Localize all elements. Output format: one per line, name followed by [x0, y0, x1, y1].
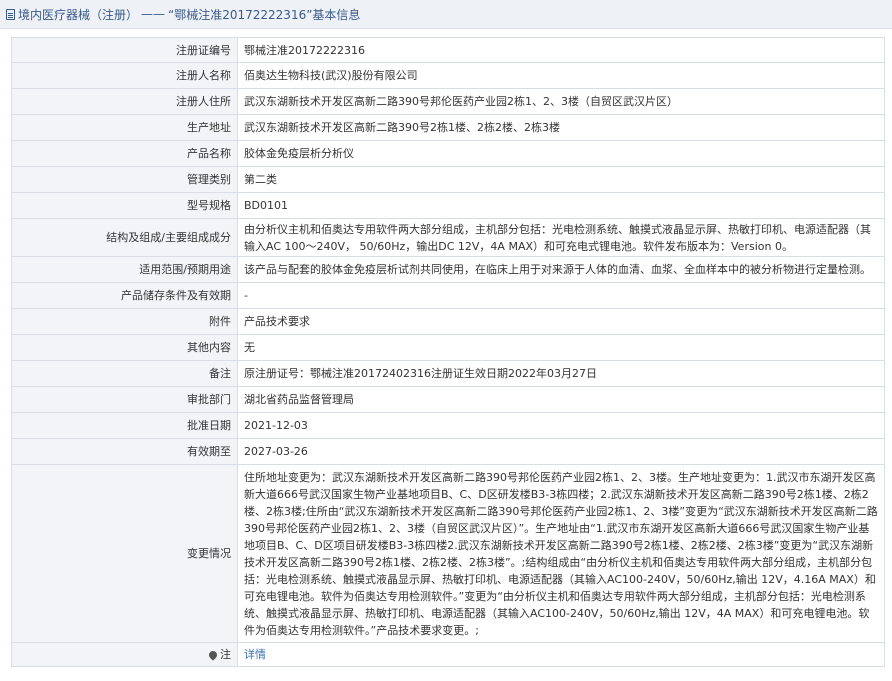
table-row: 批准日期 2021-12-03	[11, 412, 885, 439]
field-value-storage: -	[237, 282, 885, 309]
field-label: 有效期至	[11, 438, 238, 465]
table-row: 其他内容 无	[11, 334, 885, 361]
table-row: 注册人名称 佰奥达生物科技(武汉)股份有限公司	[11, 62, 885, 89]
header-separator: ——	[141, 7, 166, 21]
field-value-expiry-date: 2027-03-26	[237, 438, 885, 465]
field-value-reg-no: 鄂械注准20172222316	[237, 37, 885, 63]
field-value-model: BD0101	[237, 192, 885, 219]
pin-icon	[207, 649, 219, 661]
field-label: 批准日期	[11, 412, 238, 439]
field-value-registrant: 佰奥达生物科技(武汉)股份有限公司	[237, 62, 885, 89]
table-row: 结构及组成/主要组成成分 由分析仪主机和佰奥达专用软件两大部分组成，主机部分包括…	[11, 218, 885, 257]
page-header: 境内医疗器械（注册） —— “鄂械注准20172222316”基本信息	[0, 0, 892, 29]
table-row: 附件 产品技术要求	[11, 308, 885, 335]
table-row: 注 详情	[11, 642, 885, 667]
table-row: 管理类别 第二类	[11, 166, 885, 193]
field-label: 注	[220, 648, 231, 661]
field-value-note: 详情	[237, 642, 885, 667]
field-value-composition: 由分析仪主机和佰奥达专用软件两大部分组成，主机部分包括：光电检测系统、触摸式液晶…	[237, 218, 885, 257]
field-label: 变更情况	[11, 464, 238, 643]
field-label: 产品储存条件及有效期	[11, 282, 238, 309]
field-value-production-address: 武汉东湖新技术开发区高新二路390号2栋1楼、2栋2楼、2栋3楼	[237, 114, 885, 141]
table-row: 审批部门 湖北省药品监督管理局	[11, 386, 885, 413]
table-row: 变更情况 住所地址变更为：武汉东湖新技术开发区高新二路390号邦伦医药产业园2栋…	[11, 464, 885, 643]
field-value-mgmt-class: 第二类	[237, 166, 885, 193]
table-row: 适用范围/预期用途 该产品与配套的胶体金免疫层析试剂共同使用，在临床上用于对来源…	[11, 256, 885, 283]
field-value-approval-dept: 湖北省药品监督管理局	[237, 386, 885, 413]
field-value-remark: 原注册证号：鄂械注准20172402316注册证生效日期2022年03月27日	[237, 360, 885, 387]
document-icon	[6, 8, 15, 20]
table-row: 注册人住所 武汉东湖新技术开发区高新二路390号邦伦医药产业园2栋1、2、3楼（…	[11, 88, 885, 115]
field-label: 审批部门	[11, 386, 238, 413]
field-value-changes: 住所地址变更为：武汉东湖新技术开发区高新二路390号邦伦医药产业园2栋1、2、3…	[237, 464, 885, 643]
field-value-other: 无	[237, 334, 885, 361]
details-link[interactable]: 详情	[244, 648, 266, 661]
table-row: 产品储存条件及有效期 -	[11, 282, 885, 309]
field-value-registrant-address: 武汉东湖新技术开发区高新二路390号邦伦医药产业园2栋1、2、3楼（自贸区武汉片…	[237, 88, 885, 115]
table-row: 注册证编号 鄂械注准20172222316	[11, 37, 885, 63]
table-row: 备注 原注册证号：鄂械注准20172402316注册证生效日期2022年03月2…	[11, 360, 885, 387]
field-label: 产品名称	[11, 140, 238, 167]
note-label-cell: 注	[11, 642, 238, 667]
field-label: 生产地址	[11, 114, 238, 141]
field-label: 注册人住所	[11, 88, 238, 115]
field-label: 适用范围/预期用途	[11, 256, 238, 283]
record-title: “鄂械注准20172222316”基本信息	[168, 7, 361, 22]
section-breadcrumb[interactable]: 境内医疗器械（注册）	[18, 6, 138, 23]
table-row: 生产地址 武汉东湖新技术开发区高新二路390号2栋1楼、2栋2楼、2栋3楼	[11, 114, 885, 141]
field-label: 其他内容	[11, 334, 238, 361]
field-label: 注册证编号	[11, 37, 238, 63]
field-label: 结构及组成/主要组成成分	[11, 218, 238, 257]
field-value-approval-date: 2021-12-03	[237, 412, 885, 439]
field-value-attachment: 产品技术要求	[237, 308, 885, 335]
field-label: 附件	[11, 308, 238, 335]
table-row: 有效期至 2027-03-26	[11, 438, 885, 465]
field-label: 备注	[11, 360, 238, 387]
field-value-scope: 该产品与配套的胶体金免疫层析试剂共同使用，在临床上用于对来源于人体的血清、血浆、…	[237, 256, 885, 283]
field-label: 注册人名称	[11, 62, 238, 89]
registration-detail-table: 注册证编号 鄂械注准20172222316 注册人名称 佰奥达生物科技(武汉)股…	[11, 37, 885, 667]
table-row: 型号规格 BD0101	[11, 192, 885, 219]
field-label: 管理类别	[11, 166, 238, 193]
field-value-product-name: 胶体金免疫层析分析仪	[237, 140, 885, 167]
table-row: 产品名称 胶体金免疫层析分析仪	[11, 140, 885, 167]
field-label: 型号规格	[11, 192, 238, 219]
